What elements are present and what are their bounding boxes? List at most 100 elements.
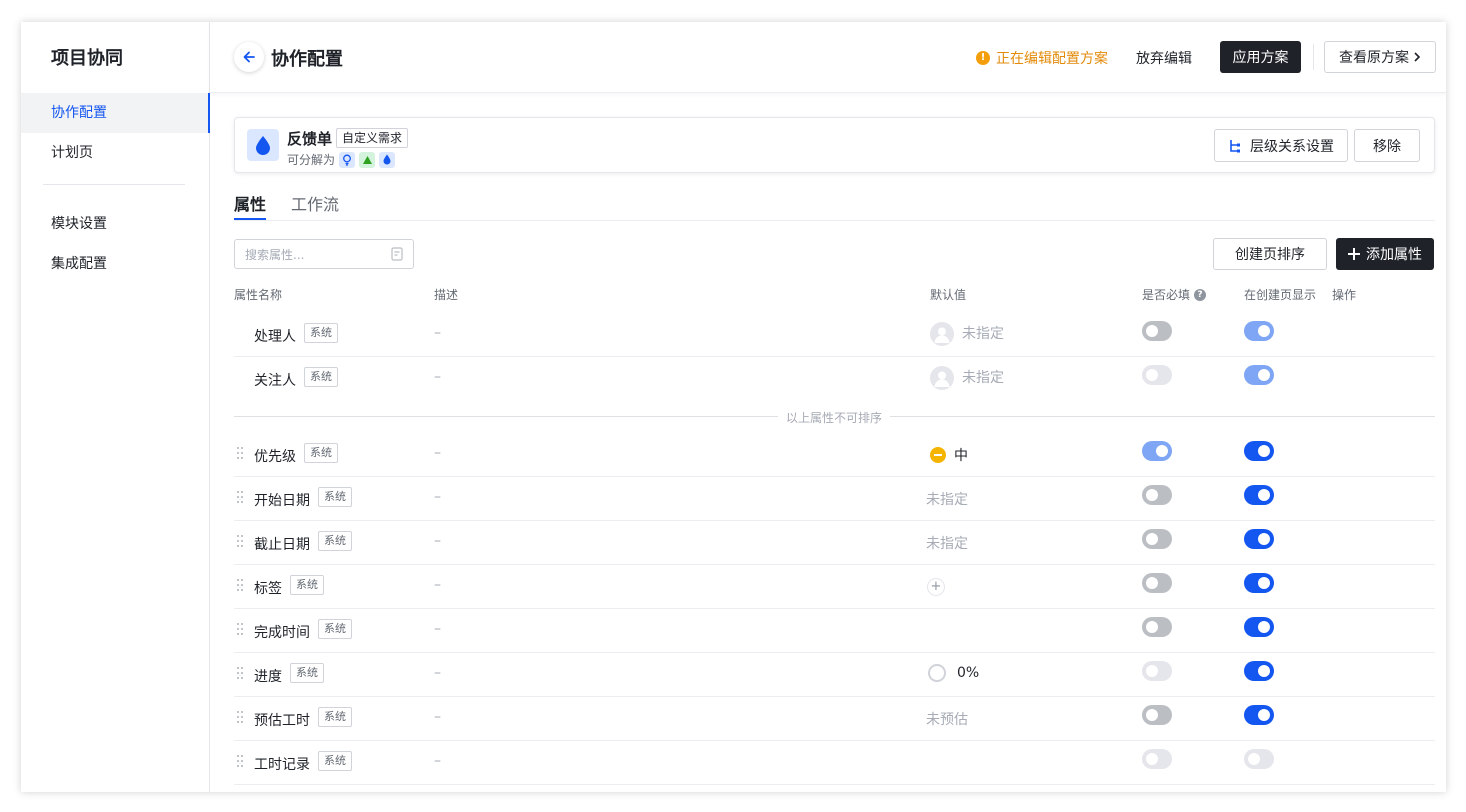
filter-doc-icon (391, 247, 403, 261)
view-original-button[interactable]: 查看原方案 (1324, 41, 1436, 73)
table-row: 关注人 系统 – 未指定 (234, 357, 1435, 401)
attribute-name: 优先级 (254, 449, 296, 465)
hierarchy-icon (1230, 139, 1240, 152)
hierarchy-settings-button[interactable]: 层级关系设置 (1214, 129, 1348, 162)
required-toggle[interactable] (1142, 321, 1172, 341)
view-original-label: 查看原方案 (1339, 50, 1409, 66)
discard-edit-button[interactable]: 放弃编辑 (1136, 48, 1192, 68)
default-value[interactable]: 中 (930, 445, 968, 465)
apply-scheme-button[interactable]: 应用方案 (1220, 41, 1301, 73)
custom-requirement-tag: 自定义需求 (336, 128, 409, 148)
sidebar-divider (43, 184, 185, 185)
drag-handle-icon[interactable] (236, 534, 244, 548)
remove-button[interactable]: 移除 (1354, 129, 1420, 162)
show-on-create-toggle[interactable] (1244, 485, 1274, 505)
show-on-create-toggle[interactable] (1244, 365, 1274, 385)
create-page-sort-button[interactable]: 创建页排序 (1213, 238, 1327, 270)
add-attribute-button[interactable]: 添加属性 (1336, 238, 1434, 270)
add-attribute-label: 添加属性 (1366, 247, 1422, 263)
sidebar-item-collab-config[interactable]: 协作配置 (21, 93, 210, 133)
show-on-create-toggle[interactable] (1244, 617, 1274, 637)
sort-divider-label: 以上属性不可排序 (778, 409, 891, 426)
required-toggle[interactable] (1142, 441, 1172, 461)
default-value[interactable]: 未指定 (930, 365, 1004, 391)
show-on-create-toggle[interactable] (1244, 705, 1274, 725)
drag-handle-icon[interactable] (236, 710, 244, 724)
default-value[interactable]: 0% (928, 664, 979, 682)
attribute-desc: – (434, 533, 441, 549)
search-attributes-input[interactable]: 搜索属性... (234, 239, 414, 269)
avatar-icon (930, 366, 954, 390)
table-row: 工时记录 系统 – (234, 741, 1435, 785)
default-value[interactable]: 未指定 (926, 489, 968, 509)
column-header-default: 默认值 (930, 288, 967, 302)
required-toggle[interactable] (1142, 705, 1172, 725)
show-on-create-toggle[interactable] (1244, 661, 1274, 681)
show-on-create-toggle[interactable] (1244, 441, 1274, 461)
system-tag: 系统 (290, 575, 324, 595)
column-header-name: 属性名称 (234, 288, 283, 302)
default-value-text: 未指定 (962, 326, 1004, 342)
required-toggle[interactable] (1142, 749, 1172, 769)
show-on-create-toggle[interactable] (1244, 529, 1274, 549)
default-value[interactable]: 未指定 (930, 321, 1004, 347)
avatar-icon (930, 322, 954, 346)
priority-medium-icon (930, 447, 946, 463)
drag-handle-icon[interactable] (236, 490, 244, 504)
default-value[interactable]: 未指定 (926, 533, 968, 553)
attribute-name: 完成时间 (254, 625, 310, 641)
search-placeholder: 搜索属性... (245, 247, 305, 262)
sidebar-item-plan-page[interactable]: 计划页 (21, 133, 210, 173)
column-header-desc: 描述 (434, 288, 459, 302)
app-title: 项目协同 (51, 48, 123, 69)
attribute-desc: – (434, 445, 441, 461)
tab-bar: 属性 工作流 (234, 191, 1435, 221)
attribute-desc: – (434, 709, 441, 725)
required-toggle[interactable] (1142, 365, 1172, 385)
system-tag: 系统 (318, 707, 352, 727)
attribute-name: 开始日期 (254, 493, 310, 509)
tab-workflow[interactable]: 工作流 (291, 191, 339, 220)
help-icon[interactable]: ? (1194, 288, 1207, 301)
system-tag: 系统 (318, 487, 352, 507)
back-button[interactable] (234, 42, 264, 72)
table-row: 完成时间 系统 – (234, 609, 1435, 653)
triangle-icon (359, 151, 376, 168)
attribute-desc: – (434, 489, 441, 505)
attribute-desc: – (434, 621, 441, 637)
system-tag: 系统 (304, 367, 338, 387)
required-toggle[interactable] (1142, 661, 1172, 681)
add-tag-icon: + (927, 578, 945, 596)
default-value[interactable]: + (927, 578, 945, 596)
required-toggle[interactable] (1142, 485, 1172, 505)
required-toggle[interactable] (1142, 617, 1172, 637)
lightbulb-icon (339, 151, 356, 168)
drag-handle-icon[interactable] (236, 446, 244, 460)
show-on-create-toggle[interactable] (1244, 321, 1274, 341)
attribute-name: 预估工时 (254, 713, 310, 729)
arrow-left-icon (243, 51, 255, 63)
show-on-create-toggle[interactable] (1244, 749, 1274, 769)
default-value[interactable]: 未预估 (926, 709, 968, 729)
tab-attributes[interactable]: 属性 (234, 191, 267, 220)
sidebar: 项目协同 协作配置 计划页 模块设置 集成配置 (21, 22, 210, 792)
attribute-desc: – (434, 665, 441, 681)
table-row: 开始日期 系统 – 未指定 (234, 477, 1435, 521)
feedback-drop-icon (247, 129, 279, 161)
required-toggle[interactable] (1142, 573, 1172, 593)
show-on-create-toggle[interactable] (1244, 573, 1274, 593)
attribute-desc: – (434, 369, 441, 385)
table-row: 处理人 系统 – 未指定 (234, 313, 1435, 357)
drag-handle-icon[interactable] (236, 578, 244, 592)
system-tag: 系统 (304, 443, 338, 463)
default-value-text: 中 (954, 448, 968, 464)
sidebar-item-module-settings[interactable]: 模块设置 (21, 204, 210, 244)
system-tag: 系统 (318, 751, 352, 771)
required-toggle[interactable] (1142, 529, 1172, 549)
decomposable-to: 可分解为 (287, 151, 396, 168)
sidebar-item-integration-config[interactable]: 集成配置 (21, 244, 210, 284)
drag-handle-icon[interactable] (236, 666, 244, 680)
main-content: 协作配置 ! 正在编辑配置方案 放弃编辑 应用方案 查看原方案 反馈单 自定义需… (210, 22, 1446, 792)
drag-handle-icon[interactable] (236, 622, 244, 636)
drag-handle-icon[interactable] (236, 754, 244, 768)
